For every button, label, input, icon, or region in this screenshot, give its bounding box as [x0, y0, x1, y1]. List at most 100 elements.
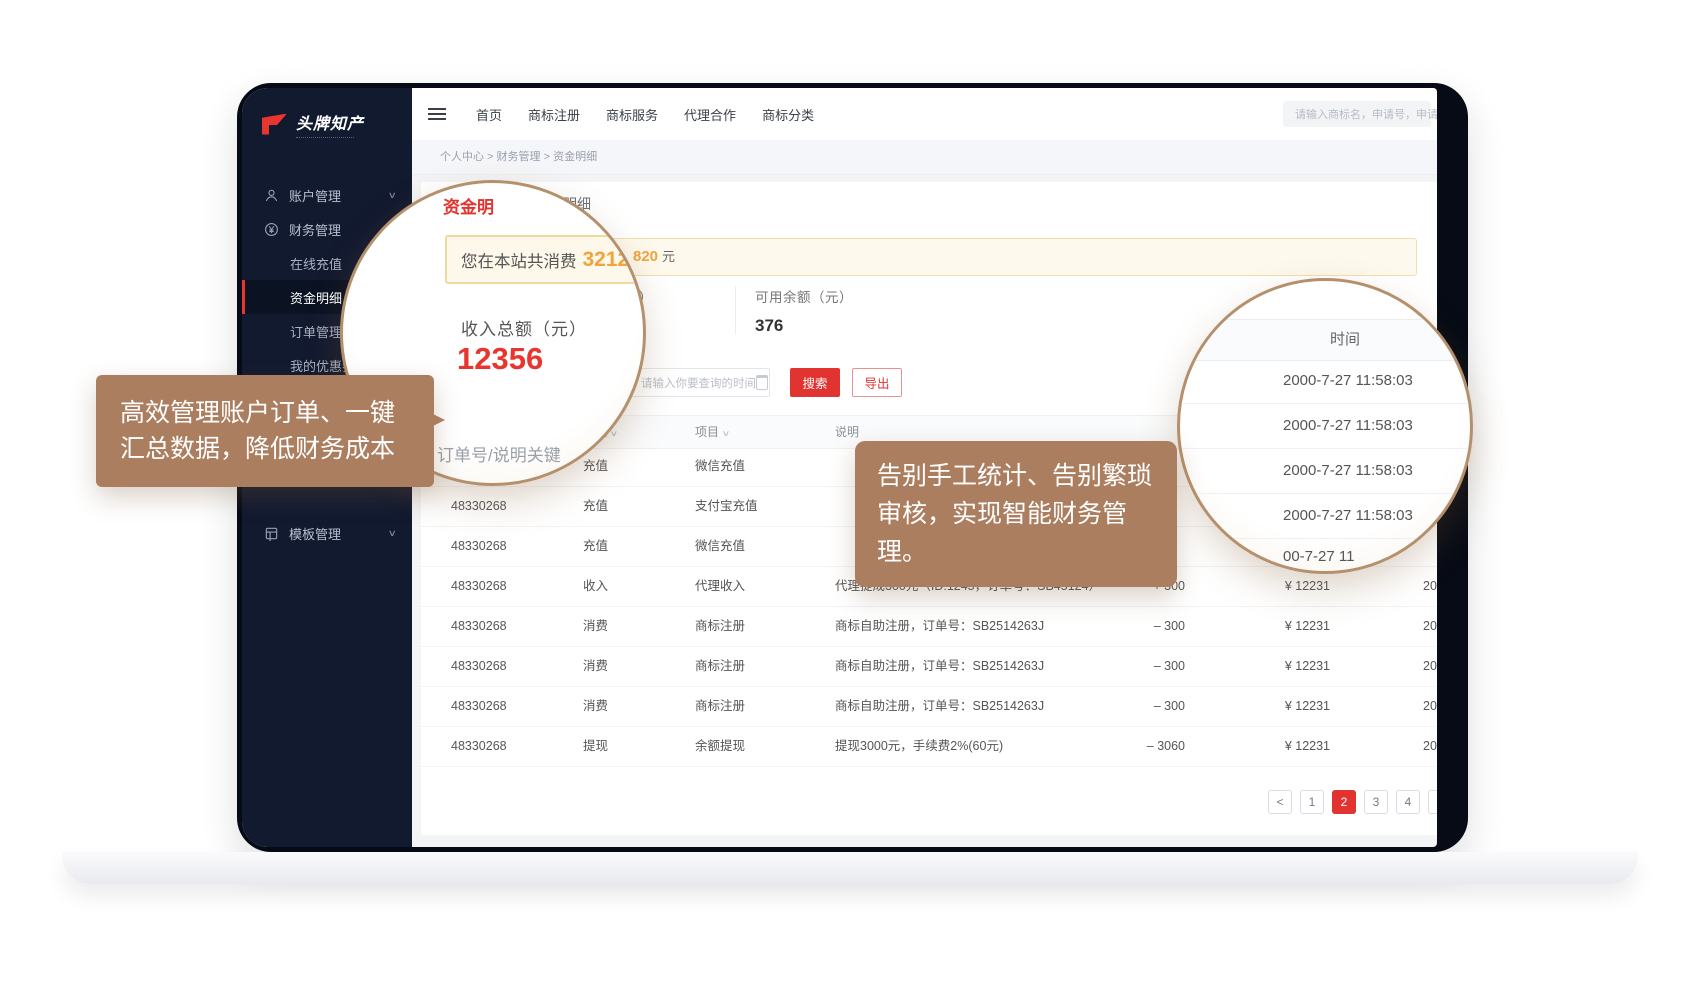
magnifier-right: 时间 2000-7-27 11:58:032000-7-27 11:58:032… — [1177, 278, 1473, 574]
sort-caret-icon: ∨ — [722, 418, 731, 450]
cell-time: 2000-7-27 11:58:03 — [1423, 687, 1437, 726]
cell-amount: – 3060 — [1061, 727, 1185, 766]
magnified-time-value: 2000-7-27 11:58:03 — [1180, 404, 1470, 449]
cell-project: 商标注册 — [695, 687, 745, 726]
cell-description: 商标自助注册，订单号：SB2514263J — [835, 607, 1044, 646]
cell-project: 商标注册 — [695, 647, 745, 686]
search-input[interactable]: 请输入商标名，申请号，申请人 — [1283, 101, 1431, 127]
table-row[interactable]: 48330268 消费 商标注册 商标自助注册，订单号：SB2514263J –… — [421, 607, 1437, 647]
breadcrumb: 个人中心 > 财务管理 > 资金明细 — [412, 140, 1437, 175]
cell-order-no: 48330268 — [451, 567, 507, 606]
magnified-tab-fragment: 资金明 — [443, 193, 494, 218]
cell-order-no: 48330268 — [451, 527, 507, 566]
stats-divider — [735, 286, 736, 334]
cell-amount: – 300 — [1061, 607, 1185, 646]
cell-order-no: 48330268 — [451, 647, 507, 686]
cell-balance: ¥ 12231 — [1221, 607, 1330, 646]
magnified-banner: 您在本站共消费32124大 — [445, 235, 646, 284]
pagination: <12345 — [1268, 790, 1437, 814]
sidebar-item[interactable]: 模板管理 ∨ — [242, 516, 412, 550]
page-button[interactable]: < — [1268, 790, 1292, 814]
magnified-time-value: 2000-7-27 11:58:03 — [1180, 494, 1470, 539]
magnified-time-rows: 2000-7-27 11:58:032000-7-27 11:58:032000… — [1180, 359, 1470, 539]
page-button[interactable]: 5 — [1428, 790, 1437, 814]
cell-amount: – 300 — [1061, 647, 1185, 686]
page-button[interactable]: 2 — [1332, 790, 1356, 814]
nav-tab[interactable]: 首页 — [476, 105, 502, 124]
search-placeholder: 请输入商标名，申请号，申请人 — [1283, 106, 1437, 122]
cell-project: 微信充值 — [695, 527, 745, 566]
sidebar-item[interactable]: 账户管理 ∨ — [242, 178, 412, 212]
table-row[interactable]: 48330268 提现 余额提现 提现3000元，手续费2%(60元) – 30… — [421, 727, 1437, 767]
page-button[interactable]: 1 — [1300, 790, 1324, 814]
calendar-icon — [756, 375, 768, 390]
cell-project: 微信充值 — [695, 447, 745, 486]
search-button[interactable]: 搜索 — [790, 368, 840, 397]
sidebar-item-label: 订单管理 — [290, 322, 342, 341]
app-logo[interactable]: 头牌知产 — [242, 88, 412, 138]
export-button[interactable]: 导出 — [852, 368, 902, 397]
user-icon — [264, 188, 279, 203]
sidebar-item-label: 财务管理 — [289, 220, 341, 239]
cell-balance: ¥ 12231 — [1221, 727, 1330, 766]
cell-type: 充值 — [583, 527, 608, 566]
magnified-time-value: 2000-7-27 11:58:03 — [1180, 449, 1470, 494]
template-icon — [264, 526, 279, 541]
cell-time: 2000-7-27 11:58:03 — [1423, 607, 1437, 646]
cell-type: 充值 — [583, 487, 608, 526]
cell-order-no: 48330268 — [451, 487, 507, 526]
cell-project: 余额提现 — [695, 727, 745, 766]
magnified-time-value: 2000-7-27 11:58:03 — [1180, 359, 1470, 404]
cell-type: 消费 — [583, 687, 608, 726]
cell-project: 代理收入 — [695, 567, 745, 606]
cell-type: 消费 — [583, 647, 608, 686]
cell-order-no: 48330268 — [451, 687, 507, 726]
sidebar-item-label: 模板管理 — [289, 524, 341, 543]
cell-time: 2000-7-27 11:58:03 — [1423, 727, 1437, 766]
cell-type: 提现 — [583, 727, 608, 766]
cell-balance: ¥ 12231 — [1221, 687, 1330, 726]
cell-type: 收入 — [583, 567, 608, 606]
menu-icon[interactable] — [428, 113, 446, 115]
table-row[interactable]: 48330268 消费 商标注册 商标自助注册，订单号：SB2514263J –… — [421, 687, 1437, 727]
cell-time: 2000-7-27 11:58:03 — [1423, 647, 1437, 686]
top-navbar: 首页 商标注册 商标服务 代理合作 商标分类 请输入商标名，申请号，申请人 — [412, 88, 1437, 141]
page-button[interactable]: 4 — [1396, 790, 1420, 814]
magnified-time-partial: 00-7-27 11 — [1180, 535, 1470, 574]
sidebar-item-label: 在线充值 — [290, 254, 342, 273]
cell-description: 商标自助注册，订单号：SB2514263J — [835, 647, 1044, 686]
table-header-cell[interactable]: 项目∨ — [695, 416, 729, 450]
cell-description: 提现3000元，手续费2%(60元) — [835, 727, 1003, 766]
date-range-input[interactable]: 请输入你要查询的时间 — [630, 368, 770, 397]
magnified-income-label: 收入总额（元） — [461, 315, 587, 340]
sidebar-item-label: 账户管理 — [289, 186, 341, 205]
chevron-icon: ∨ — [388, 528, 397, 539]
screenshot-stage: 头牌知产 账户管理 ∨ 财务管理 ∧ — [0, 0, 1696, 1002]
sidebar-item-label: 资金明细 — [290, 288, 342, 307]
cell-project: 商标注册 — [695, 607, 745, 646]
magnified-time-header: 时间 — [1180, 319, 1470, 361]
nav-tabs: 首页 商标注册 商标服务 代理合作 商标分类 — [476, 88, 814, 140]
chevron-icon: ∨ — [388, 190, 397, 201]
nav-tab[interactable]: 商标注册 — [528, 105, 580, 124]
cell-amount: – 300 — [1061, 687, 1185, 726]
logo-icon — [262, 114, 287, 135]
nav-tab[interactable]: 商标服务 — [606, 105, 658, 124]
cell-balance: ¥ 12231 — [1221, 647, 1330, 686]
cell-type: 消费 — [583, 607, 608, 646]
cell-time: 2000-7-27 11:58:03 — [1423, 567, 1437, 606]
magnified-table-header-fragment: 订单号/说明关键 — [437, 441, 561, 466]
date-input-placeholder: 请输入你要查询的时间 — [631, 375, 756, 391]
logo-tagline — [296, 134, 354, 138]
tooltip-left: 高效管理账户订单、一键汇总数据，降低财务成本 — [96, 375, 434, 487]
tooltip-right: 告别手工统计、告别繁琐审核，实现智能财务管理。 — [855, 441, 1177, 587]
nav-tab[interactable]: 商标分类 — [762, 105, 814, 124]
finance-icon — [264, 222, 279, 237]
logo-text: 头牌知产 — [296, 110, 364, 134]
laptop-base — [62, 852, 1638, 884]
page-button[interactable]: 3 — [1364, 790, 1388, 814]
cell-project: 支付宝充值 — [695, 487, 758, 526]
magnified-income-value: 12356 — [457, 341, 543, 377]
nav-tab[interactable]: 代理合作 — [684, 105, 736, 124]
table-row[interactable]: 48330268 消费 商标注册 商标自助注册，订单号：SB2514263J –… — [421, 647, 1437, 687]
